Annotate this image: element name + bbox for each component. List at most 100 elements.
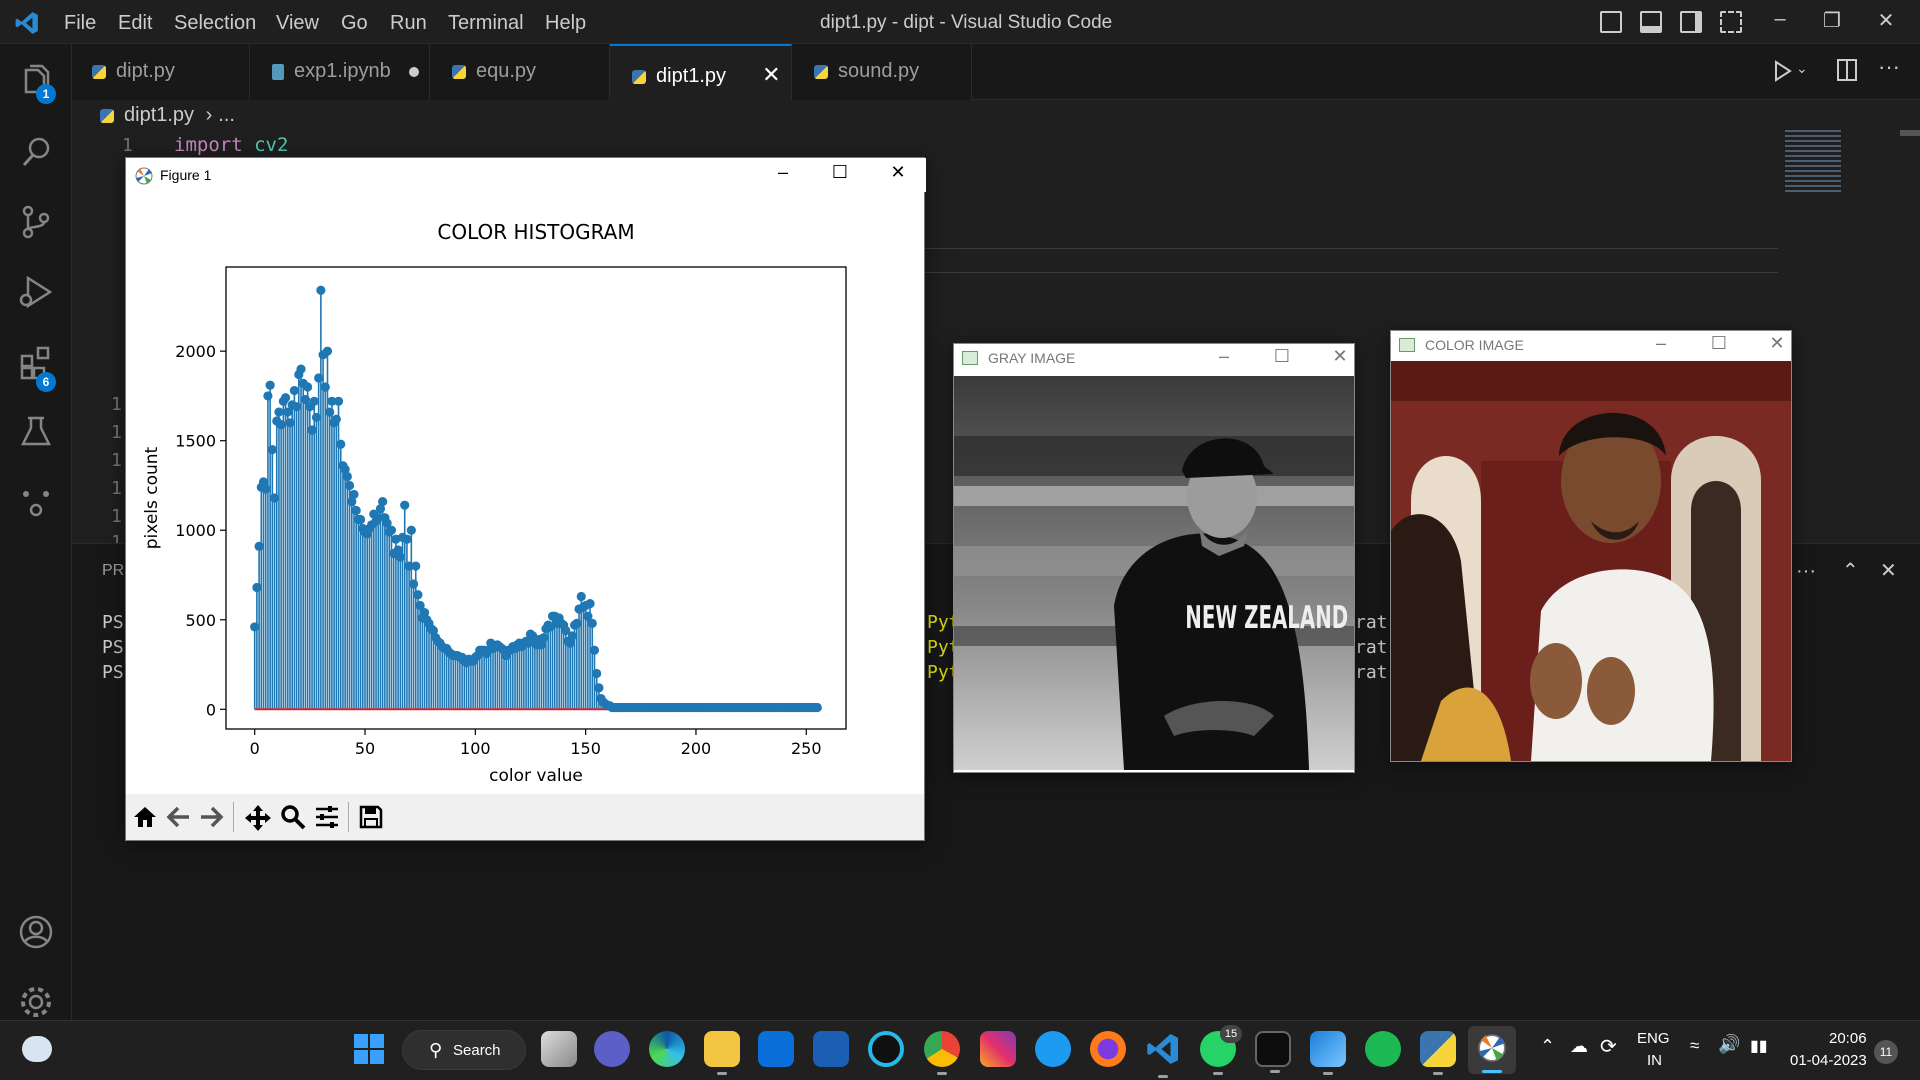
terminal-text: rat [1355, 662, 1388, 683]
forward-icon[interactable] [198, 804, 224, 830]
language-primary[interactable]: ENG [1637, 1030, 1670, 1047]
photos-icon[interactable] [1310, 1031, 1346, 1075]
twitter-icon[interactable] [1035, 1031, 1071, 1067]
search-icon[interactable] [16, 132, 56, 172]
language-secondary[interactable]: IN [1647, 1052, 1662, 1069]
menu-run[interactable]: Run [390, 12, 427, 35]
onedrive-icon[interactable]: ☁ [1570, 1036, 1588, 1057]
notification-badge[interactable]: 11 [1874, 1040, 1898, 1064]
gray-close-icon[interactable]: ✕ [1322, 346, 1358, 367]
teams-chat-icon[interactable] [594, 1031, 630, 1067]
wifi-icon[interactable]: ≈ [1690, 1036, 1699, 1056]
running-indicator [1213, 1072, 1223, 1075]
weather-icon[interactable] [22, 1036, 52, 1062]
file-explorer-icon[interactable] [704, 1031, 740, 1075]
maximize-panel-icon[interactable]: ⌃ [1842, 558, 1859, 583]
close-panel-icon[interactable]: ✕ [1880, 558, 1897, 583]
instagram-icon[interactable] [980, 1031, 1016, 1067]
battery-icon[interactable]: ▮▮ [1750, 1036, 1768, 1056]
gray-window-title-bar[interactable]: GRAY IMAGE – ☐ ✕ [954, 344, 1354, 376]
menu-go[interactable]: Go [341, 12, 368, 35]
toggle-secondary-sidebar-icon[interactable] [1680, 11, 1702, 33]
toggle-panel-icon[interactable] [1640, 11, 1662, 33]
clock-date[interactable]: 01-04-2023 [1790, 1052, 1867, 1069]
sync-icon[interactable]: ⟳ [1600, 1034, 1617, 1059]
split-editor-icon[interactable] [1836, 58, 1858, 82]
tab-dipt1[interactable]: dipt1.py ✕ [610, 44, 792, 100]
run-debug-icon[interactable] [16, 272, 56, 312]
panel-tab-problems[interactable]: PR [102, 562, 124, 580]
zoom-icon[interactable] [280, 804, 306, 830]
color-minimize-icon[interactable]: – [1643, 333, 1679, 354]
menu-file[interactable]: File [64, 12, 96, 35]
vscode-taskbar-icon[interactable] [1145, 1031, 1181, 1067]
edge-browser-icon[interactable] [649, 1031, 685, 1067]
tab-sound[interactable]: sound.py [792, 44, 972, 100]
gray-minimize-icon[interactable]: – [1206, 346, 1242, 367]
more-actions-icon[interactable]: ··· [1878, 54, 1900, 80]
menu-view[interactable]: View [276, 12, 319, 35]
customize-layout-icon[interactable] [1720, 11, 1742, 33]
home-icon[interactable] [132, 804, 158, 830]
save-icon[interactable] [358, 804, 384, 830]
run-python-file-icon[interactable] [1772, 60, 1792, 82]
code-line-1[interactable]: import cv2 [174, 134, 288, 156]
code-keyword: import [174, 134, 243, 156]
run-dropdown-chevron-icon[interactable]: ⌄ [1796, 60, 1808, 77]
alexa-icon[interactable] [868, 1031, 904, 1067]
terminal-icon[interactable] [1255, 1031, 1291, 1073]
tab-exp1[interactable]: exp1.ipynb [250, 44, 430, 100]
show-hidden-icons-chevron[interactable]: ⌃ [1540, 1036, 1555, 1057]
source-control-icon[interactable] [16, 202, 56, 242]
search-label: Search [453, 1042, 501, 1059]
color-window-title-bar[interactable]: COLOR IMAGE – ☐ ✕ [1391, 331, 1791, 361]
menu-edit[interactable]: Edit [118, 12, 152, 35]
firefox-browser-icon[interactable] [1090, 1031, 1126, 1067]
close-icon[interactable]: ✕ [1866, 8, 1906, 33]
figure-close-icon[interactable]: ✕ [878, 162, 918, 183]
stem-marker [576, 591, 586, 602]
windows-start-icon[interactable] [353, 1033, 385, 1065]
breadcrumb-symbols[interactable]: ... [218, 104, 235, 126]
settings-gear-icon[interactable] [16, 982, 56, 1022]
taskbar-search-box[interactable]: ⚲ Search [402, 1030, 526, 1070]
tab-dipt[interactable]: dipt.py [72, 44, 250, 100]
restore-icon[interactable]: ❐ [1812, 8, 1852, 33]
breadcrumb-file[interactable]: dipt1.py [124, 104, 194, 126]
color-close-icon[interactable]: ✕ [1759, 333, 1795, 354]
menu-selection[interactable]: Selection [174, 12, 256, 35]
volume-icon[interactable]: 🔊 [1718, 1034, 1740, 1055]
clock-time[interactable]: 20:06 [1829, 1030, 1867, 1047]
myhp-icon[interactable] [813, 1031, 849, 1067]
testing-icon[interactable] [16, 412, 56, 452]
back-icon[interactable] [166, 804, 192, 830]
minimize-icon[interactable]: – [1760, 8, 1800, 31]
accounts-icon[interactable] [16, 912, 56, 952]
figure-maximize-icon[interactable]: ☐ [820, 162, 860, 183]
menu-help[interactable]: Help [545, 12, 586, 35]
figure-title-bar[interactable]: Figure 1 – ☐ ✕ [126, 158, 926, 192]
pan-icon[interactable] [244, 804, 272, 832]
running-indicator [1270, 1070, 1280, 1073]
tab-close-icon[interactable]: ✕ [762, 62, 780, 87]
configure-icon[interactable] [314, 804, 340, 830]
panel-more-icon[interactable]: ··· [1796, 560, 1816, 583]
mail-icon[interactable] [758, 1031, 794, 1067]
gray-maximize-icon[interactable]: ☐ [1264, 346, 1300, 367]
chrome-browser-icon[interactable] [924, 1031, 960, 1075]
minimap[interactable] [1785, 130, 1841, 194]
remote-explorer-icon[interactable] [16, 482, 56, 522]
spotify-icon[interactable] [1365, 1031, 1401, 1067]
matplotlib-taskbar-active[interactable] [1468, 1026, 1516, 1074]
scrollbar-thumb[interactable] [1900, 130, 1920, 136]
menu-terminal[interactable]: Terminal [448, 12, 524, 35]
task-view-icon[interactable] [541, 1031, 577, 1067]
tab-equ[interactable]: equ.py [430, 44, 610, 100]
color-maximize-icon[interactable]: ☐ [1701, 333, 1737, 354]
stem-series [250, 285, 822, 713]
figure-minimize-icon[interactable]: – [763, 162, 803, 183]
whatsapp-icon[interactable]: 15 [1200, 1025, 1242, 1075]
toggle-primary-sidebar-icon[interactable] [1600, 11, 1622, 33]
notebook-file-icon [272, 63, 284, 80]
python-icon[interactable] [1420, 1031, 1456, 1075]
